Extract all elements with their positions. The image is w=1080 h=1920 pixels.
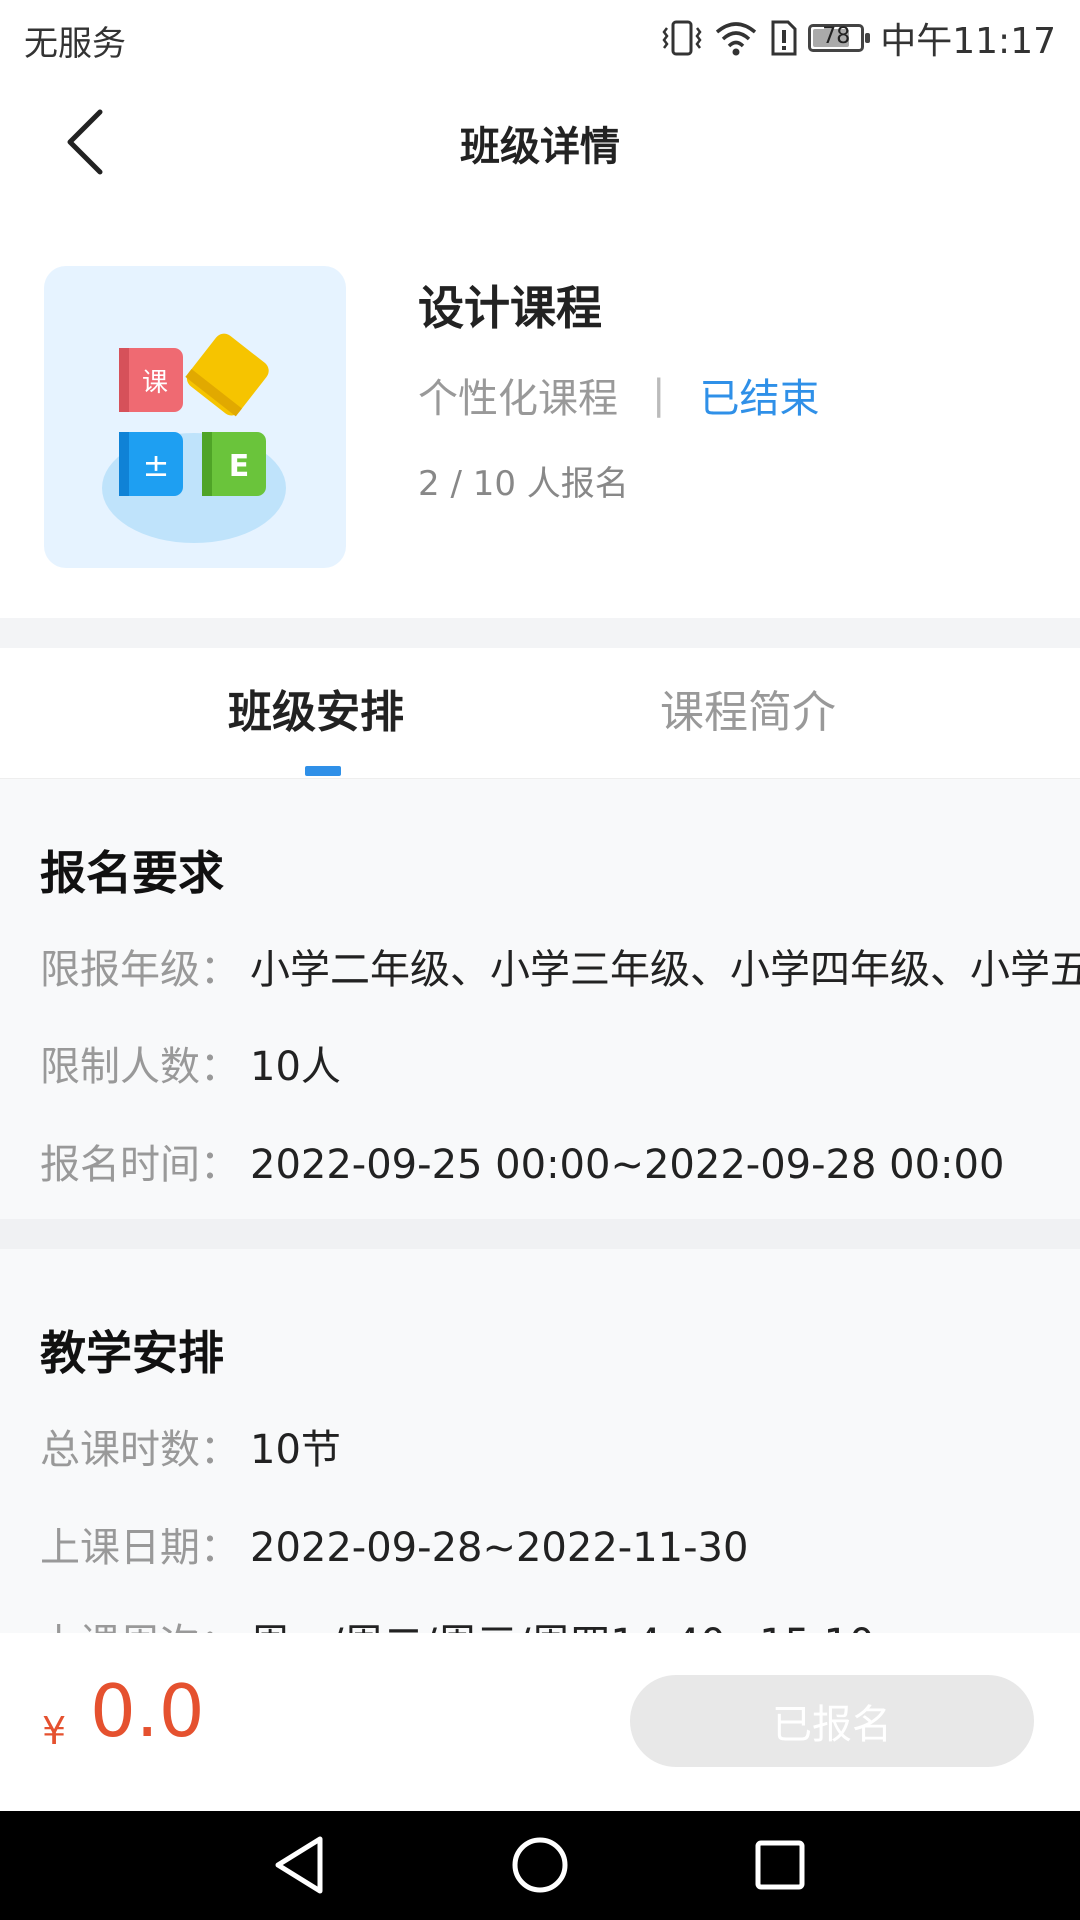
enrolled-button[interactable]: 已报名 (630, 1675, 1034, 1767)
course-info-card: 课 ± E 设计课程 个性化课程 | 已结束 2 / 10 人报名 (0, 206, 1080, 618)
row-grade-limit: 限报年级：小学二年级、小学三年级、小学四年级、小学五年级、小学六年级 (40, 937, 1080, 989)
thumb-tag-e: E (229, 449, 250, 484)
sim-alert-icon (771, 20, 797, 56)
class-dates-label: 上课日期： (40, 1525, 240, 1571)
carrier-text: 无服务 (24, 24, 126, 64)
status-icons: 78 中午11:17 (660, 14, 1056, 62)
bottom-action-bar: ¥ 0.0 已报名 (0, 1633, 1080, 1811)
grade-limit-label: 限报年级： (40, 947, 240, 989)
enrollment-count: 2 / 10 人报名 (418, 464, 629, 504)
circle-home-icon (512, 1837, 568, 1893)
course-meta: 个性化课程 | 已结束 (418, 366, 819, 424)
course-type: 个性化课程 (418, 376, 618, 422)
tab-bar: 班级安排 课程简介 (0, 648, 1080, 779)
wifi-icon (716, 22, 757, 56)
tab-class-schedule[interactable]: 班级安排 (228, 676, 404, 740)
section-title-teaching: 教学安排 (40, 1326, 224, 1380)
row-total-hours: 总课时数： 10节 (40, 1417, 341, 1475)
meta-separator: | (652, 372, 666, 418)
class-dates-value: 2022-09-28~2022-11-30 (250, 1525, 749, 1571)
course-status: 已结束 (699, 376, 820, 422)
class-weeks-value: 周一/周二/周三/周四14:40~15:10 (250, 1621, 875, 1633)
battery-icon: 78 (808, 24, 871, 52)
page-title: 班级详情 (460, 124, 620, 170)
schedule-content[interactable]: 报名要求 限报年级：小学二年级、小学三年级、小学四年级、小学五年级、小学六年级 … (0, 779, 1080, 1633)
system-nav-bar (0, 1811, 1080, 1920)
nav-back-button[interactable] (264, 1829, 336, 1901)
clock: 中午11:17 (880, 21, 1056, 62)
vibrate-icon (662, 20, 702, 56)
row-enroll-time: 报名时间： 2022-09-25 00:00~2022-09-28 00:00 (40, 1132, 1004, 1190)
total-hours-value: 10节 (250, 1427, 341, 1473)
price-value: 0.0 (90, 1669, 205, 1753)
thumb-tag-text: 课 (142, 368, 168, 398)
section-title-requirements: 报名要求 (40, 846, 224, 900)
capacity-value: 10人 (250, 1044, 341, 1090)
nav-recents-button[interactable] (744, 1829, 816, 1901)
row-capacity: 限制人数： 10人 (40, 1034, 341, 1092)
course-cover-illustration: 课 ± E (102, 333, 286, 543)
class-weeks-label: 上课周次： (40, 1611, 250, 1633)
currency-symbol: ¥ (42, 1709, 67, 1753)
course-name: 设计课程 (418, 281, 602, 335)
square-recents-icon (755, 1840, 805, 1890)
status-bar: 无服务 78 中午11:17 (0, 0, 1080, 76)
thumb-tag-pm: ± (143, 446, 170, 484)
grade-limit-value: 小学二年级、小学三年级、小学四年级、小学五年级、小学六年级 (250, 947, 1080, 989)
triangle-back-icon (275, 1836, 323, 1894)
enroll-time-label: 报名时间： (40, 1142, 240, 1188)
nav-home-button[interactable] (504, 1829, 576, 1901)
row-class-weeks: 上课周次：周一/周二/周三/周四14:40~15:10 (40, 1611, 875, 1633)
tab-course-intro[interactable]: 课程简介 (660, 676, 836, 740)
row-class-dates: 上课日期： 2022-09-28~2022-11-30 (40, 1515, 748, 1573)
total-hours-label: 总课时数： (40, 1427, 240, 1473)
course-thumbnail: 课 ± E (44, 266, 346, 568)
section-divider (0, 1219, 1080, 1249)
section-gap (0, 618, 1080, 648)
capacity-label: 限制人数： (40, 1044, 240, 1090)
battery-text: 78 (822, 24, 851, 49)
enroll-time-value: 2022-09-25 00:00~2022-09-28 00:00 (250, 1142, 1005, 1188)
tab-active-indicator (305, 766, 341, 776)
app-header: 班级详情 (0, 76, 1080, 206)
